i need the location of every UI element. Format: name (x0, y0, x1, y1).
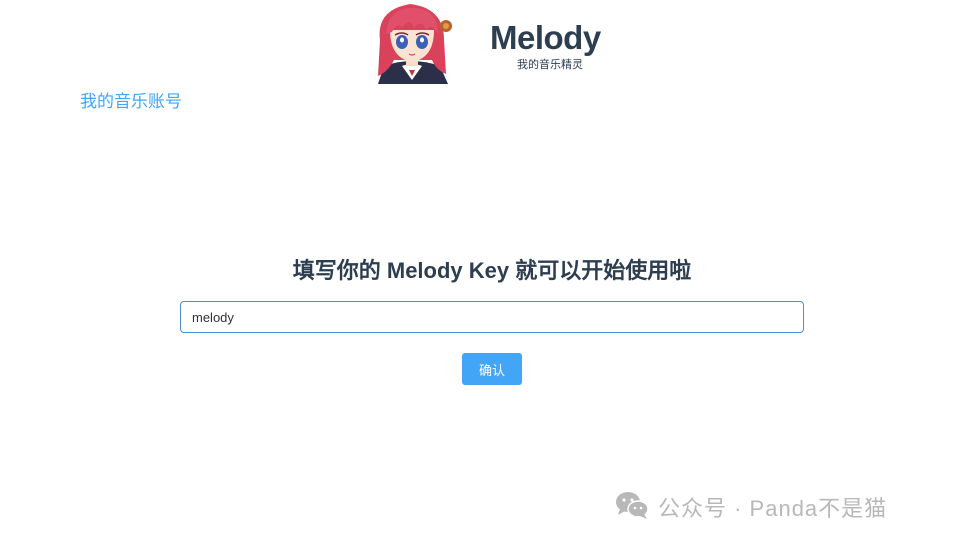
wechat-icon (614, 490, 650, 525)
brand: Melody 我的音乐精灵 (490, 18, 601, 71)
brand-subtitle: 我的音乐精灵 (517, 59, 583, 71)
brand-name: Melody (490, 19, 601, 56)
anime-girl-avatar-icon (370, 0, 454, 84)
page-title: 填写你的 Melody Key 就可以开始使用啦 (292, 258, 692, 283)
melody-key-input[interactable] (180, 301, 804, 333)
page: Melody 我的音乐精灵 我的音乐账号 填写你的 Melody Key 就可以… (0, 0, 958, 545)
watermark: 公众号 · Panda不是猫 (614, 490, 887, 524)
confirm-button[interactable]: 确认 (462, 353, 522, 385)
my-music-account-link[interactable]: 我的音乐账号 (80, 87, 182, 112)
header: Melody 我的音乐精灵 (0, 0, 958, 90)
watermark-text: 公众号 · Panda不是猫 (658, 496, 888, 521)
